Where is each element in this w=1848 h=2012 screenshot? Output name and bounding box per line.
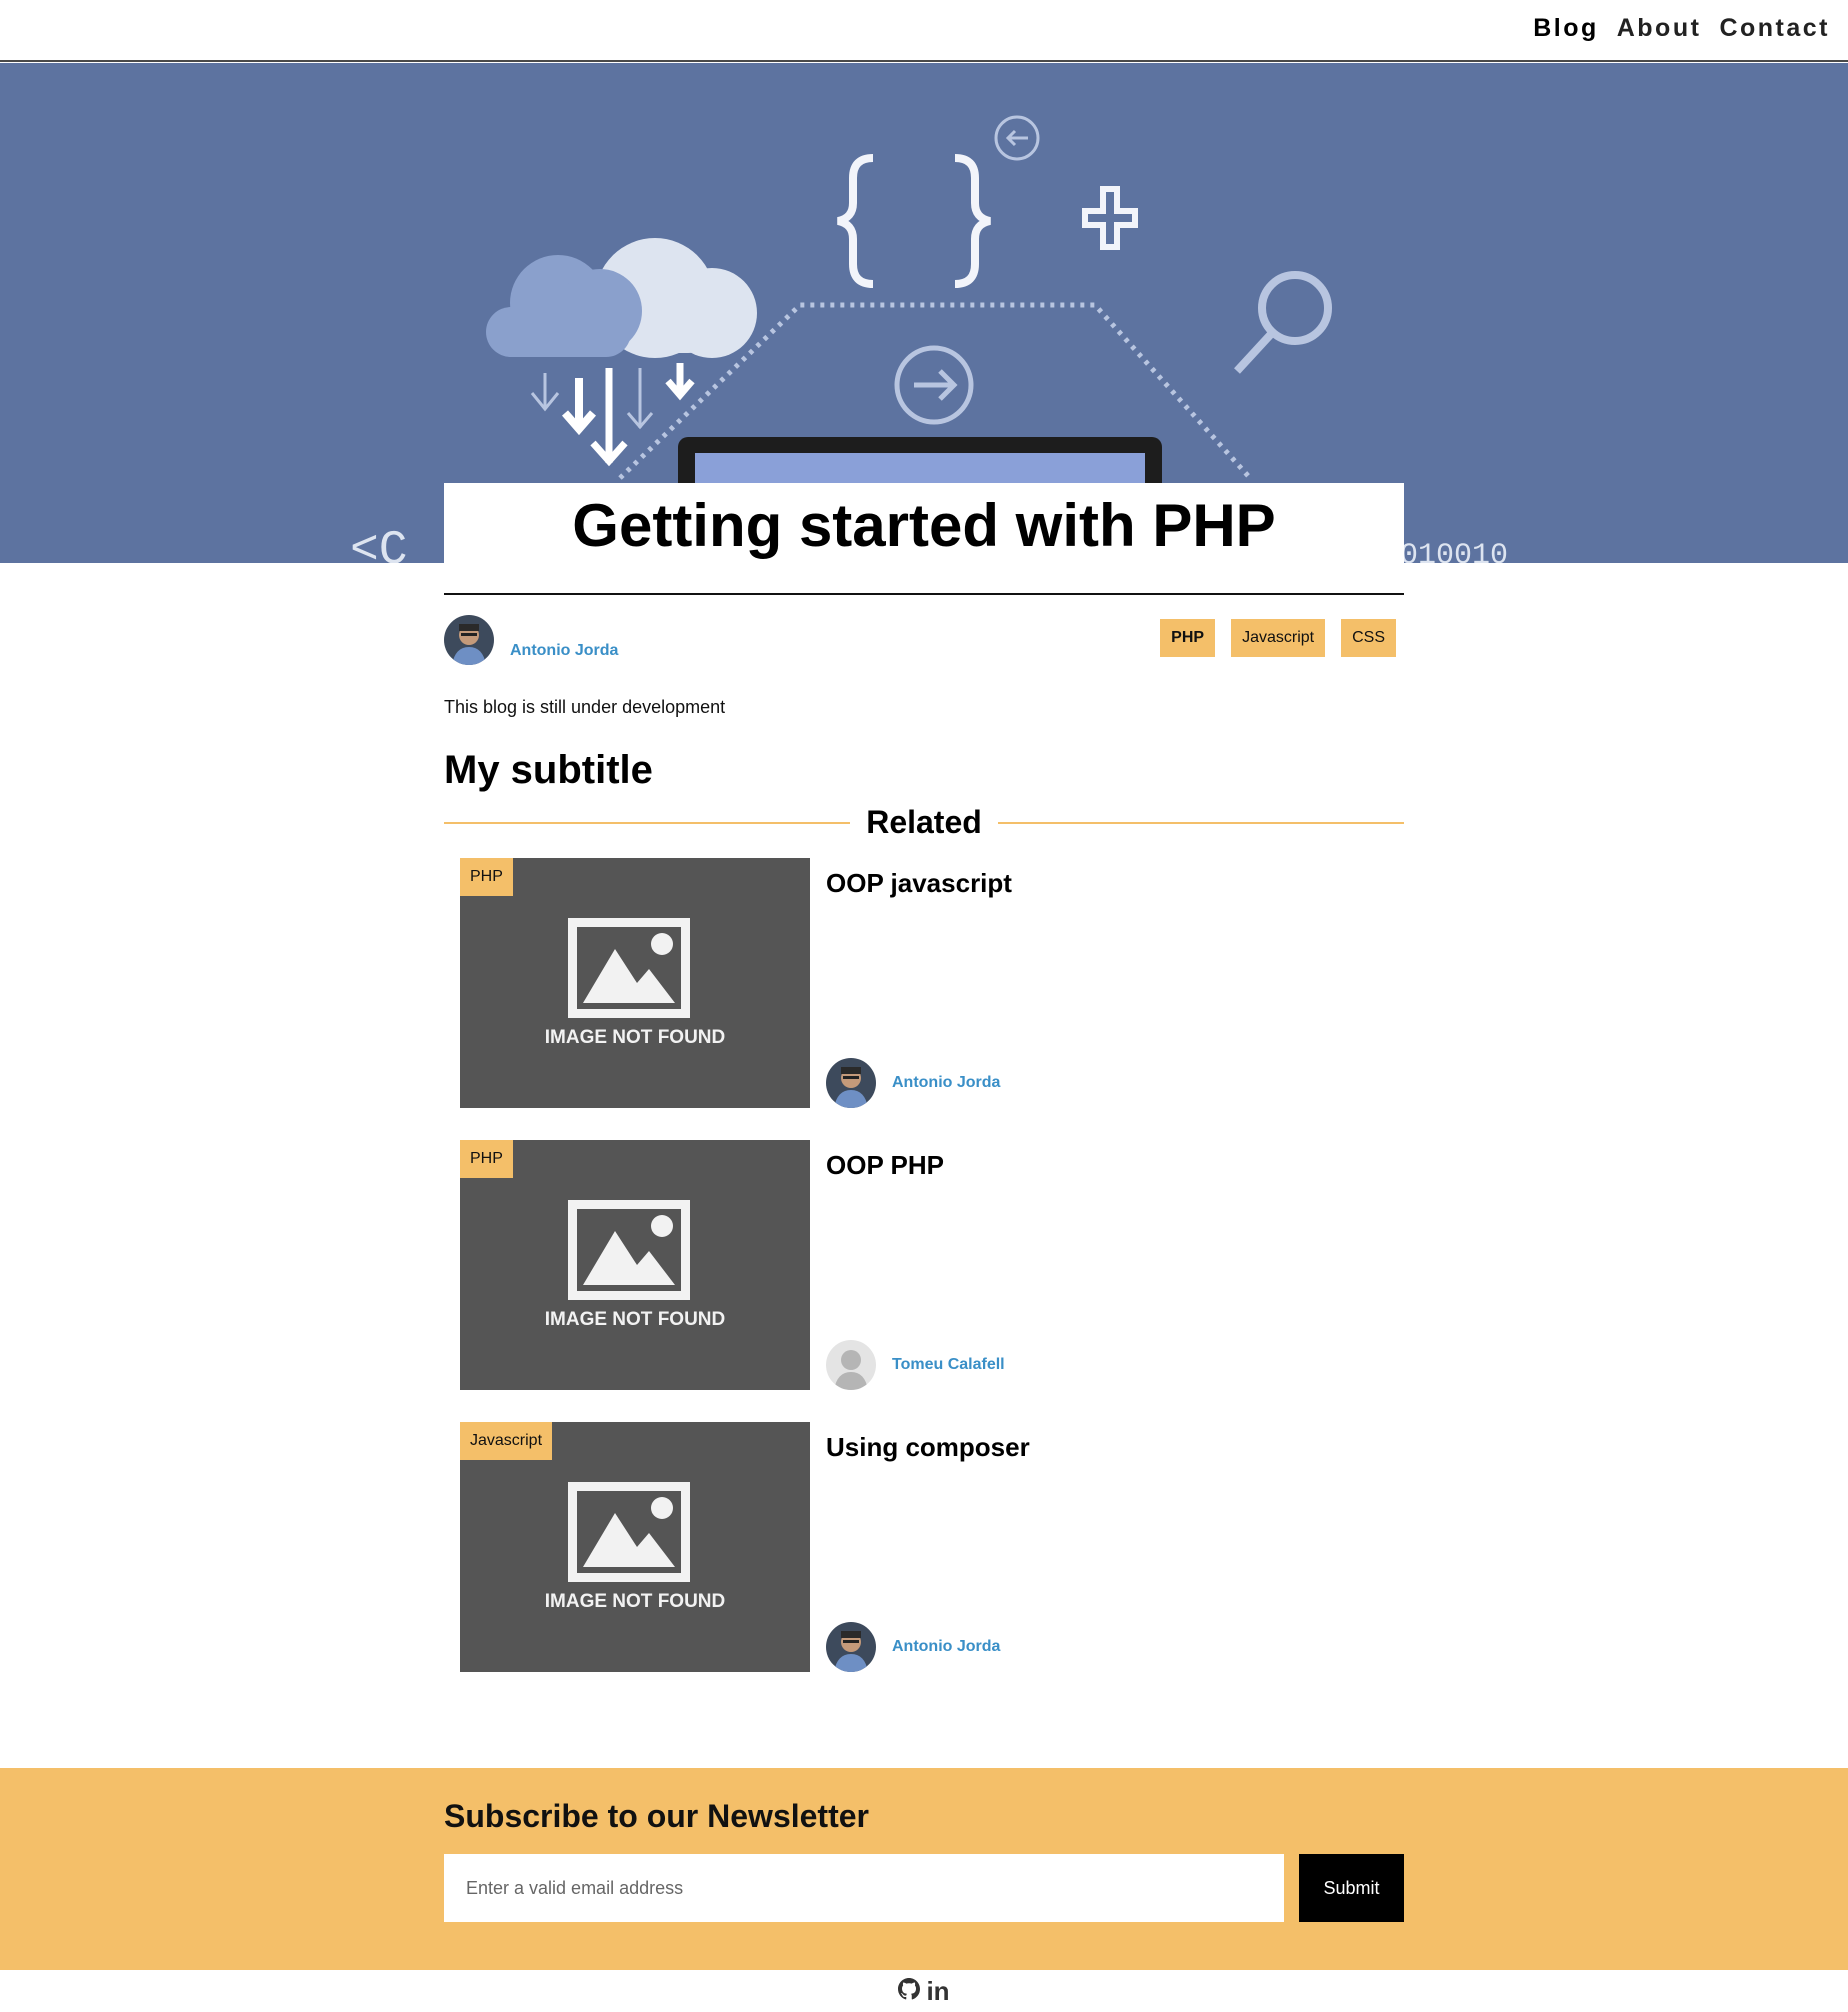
post-tags: PHP Javascript CSS (1160, 619, 1396, 657)
svg-text:010010: 010010 (1400, 539, 1508, 563)
author-link[interactable]: Tomeu Calafell (892, 1356, 1005, 1374)
nav-links: Blog About Contact (1533, 14, 1830, 43)
arrow-left-circle-icon (994, 115, 1040, 161)
newsletter-title: Subscribe to our Newsletter (444, 1798, 869, 1834)
cloud-download-icon (486, 238, 757, 467)
linkedin-text: in (926, 1975, 950, 2006)
post-body-text: This blog is still under development (444, 697, 726, 717)
related-heading: Related (444, 804, 1404, 844)
svg-text:<C: <C (350, 524, 408, 563)
plus-icon (1082, 186, 1138, 250)
card-author: Tomeu Calafell (826, 1340, 1005, 1390)
search-icon (1234, 271, 1332, 374)
card-author: Antonio Jorda (826, 1058, 1000, 1108)
nav-link-about[interactable]: About (1617, 14, 1702, 43)
related-label: Related (850, 804, 998, 840)
submit-button[interactable]: Submit (1299, 1854, 1404, 1922)
card-title[interactable]: OOP javascript (826, 868, 1012, 899)
related-card[interactable]: IMAGE NOT FOUND PHP OOP PHP Tomeu Calafe… (460, 1140, 1400, 1390)
post-title: Getting started with PHP (572, 492, 1276, 559)
code-braces-icon (836, 154, 992, 288)
image-placeholder-icon (568, 1200, 690, 1300)
author-avatar (444, 615, 494, 665)
post-title-box: Getting started with PHP (444, 483, 1404, 595)
email-input[interactable] (444, 1854, 1284, 1922)
image-placeholder-icon (568, 918, 690, 1018)
image-placeholder-icon (568, 1482, 690, 1582)
image-not-found-text: IMAGE NOT FOUND (544, 1309, 726, 1330)
card-tag[interactable]: Javascript (460, 1422, 553, 1460)
github-icon[interactable] (898, 1977, 921, 2005)
image-not-found-text: IMAGE NOT FOUND (544, 1027, 726, 1048)
author-link[interactable]: Antonio Jorda (510, 642, 618, 660)
card-tag[interactable]: PHP (460, 1140, 513, 1178)
author-avatar (826, 1622, 876, 1672)
image-not-found-text: IMAGE NOT FOUND (544, 1591, 726, 1612)
card-author: Antonio Jorda (826, 1622, 1000, 1672)
default-user-avatar-icon (826, 1340, 876, 1390)
top-navbar: Blog About Contact (0, 0, 1848, 62)
tag-php[interactable]: PHP (1160, 619, 1216, 657)
linkedin-icon[interactable]: in (926, 1978, 949, 2005)
related-card[interactable]: IMAGE NOT FOUND PHP OOP javascript Anton… (460, 858, 1400, 1108)
footer-social: in (0, 1970, 1848, 2012)
arrow-right-circle-icon (894, 345, 974, 425)
card-thumbnail[interactable]: IMAGE NOT FOUND PHP (460, 858, 810, 1108)
card-tag[interactable]: PHP (460, 858, 513, 896)
card-thumbnail[interactable]: IMAGE NOT FOUND Javascript (460, 1422, 810, 1672)
post-author: Antonio Jorda (444, 615, 618, 665)
card-thumbnail[interactable]: IMAGE NOT FOUND PHP (460, 1140, 810, 1390)
author-link[interactable]: Antonio Jorda (892, 1638, 1000, 1656)
author-avatar (826, 1058, 876, 1108)
nav-link-blog[interactable]: Blog (1533, 14, 1599, 43)
post-subtitle: My subtitle (444, 748, 653, 792)
author-link[interactable]: Antonio Jorda (892, 1074, 1000, 1092)
card-title[interactable]: Using composer (826, 1432, 1030, 1463)
tag-css[interactable]: CSS (1341, 619, 1396, 657)
newsletter-section: Subscribe to our Newsletter Submit (0, 1768, 1848, 1970)
nav-link-contact[interactable]: Contact (1719, 14, 1830, 43)
card-title[interactable]: OOP PHP (826, 1150, 944, 1181)
tag-javascript[interactable]: Javascript (1231, 619, 1326, 657)
related-card[interactable]: IMAGE NOT FOUND Javascript Using compose… (460, 1422, 1400, 1672)
